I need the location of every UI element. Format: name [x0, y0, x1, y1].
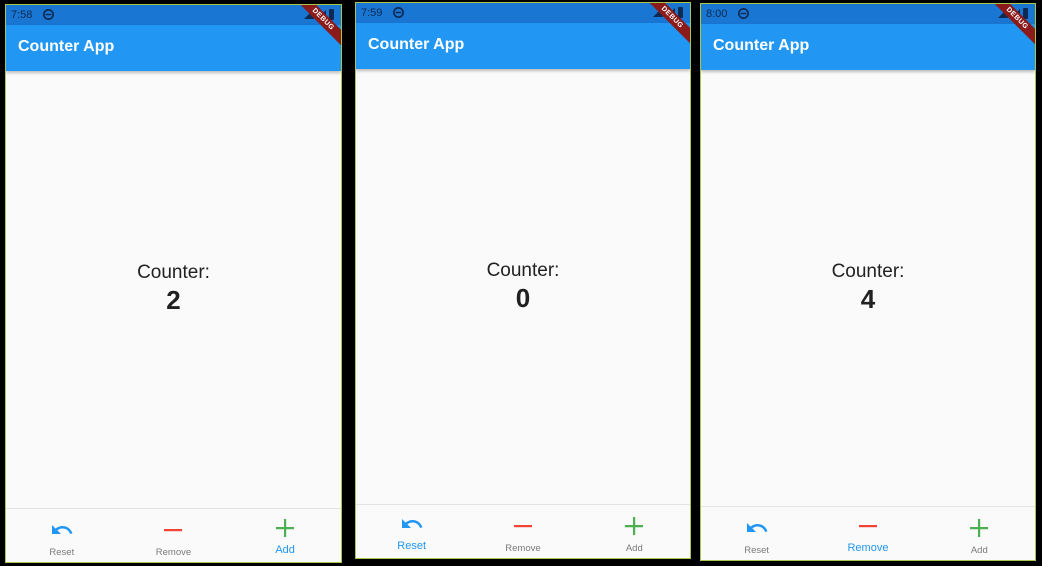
undo-icon	[401, 519, 423, 528]
bottom-navigation: Reset Remove Add	[356, 504, 690, 558]
nav-reset-label: Reset	[49, 547, 75, 558]
plus-icon	[625, 517, 644, 535]
counter-label: Counter:	[137, 262, 210, 283]
app-title: Counter App	[368, 36, 465, 53]
sync-icon	[43, 9, 54, 20]
phone-screen-3: 8:00 Counter App DEBUG Counter: 4 Reset …	[700, 3, 1036, 561]
debug-banner-label: DEBUG	[297, 5, 341, 49]
minus-icon	[858, 525, 877, 528]
app-bar: Counter App	[701, 24, 1035, 70]
counter-label: Counter:	[486, 260, 560, 281]
nav-reset[interactable]: Reset	[6, 509, 118, 562]
nav-remove-label: Remove	[505, 543, 541, 554]
nav-remove-label: Remove	[155, 547, 192, 558]
app-bar: Counter App	[356, 23, 690, 69]
status-time: 7:59	[361, 7, 383, 19]
status-bar: 7:58	[6, 5, 341, 25]
undo-icon	[51, 525, 73, 534]
counter-display: Counter: 4	[701, 261, 1035, 315]
app-title: Counter App	[713, 37, 810, 54]
undo-icon	[746, 523, 768, 532]
nav-remove-label: Remove	[847, 542, 889, 554]
debug-banner: DEBUG	[297, 5, 341, 49]
debug-banner: DEBUG	[991, 4, 1035, 48]
phone-screen-2: 7:59 Counter App DEBUG Counter: 0 Reset …	[355, 2, 691, 559]
app-bar: Counter App	[6, 25, 341, 71]
status-time: 8:00	[706, 8, 728, 20]
counter-value: 0	[515, 283, 531, 313]
bottom-navigation: Reset Remove Add	[701, 506, 1035, 560]
nav-add[interactable]: Add	[229, 509, 341, 562]
nav-add-label: Add	[625, 543, 643, 554]
nav-remove[interactable]: Remove	[812, 507, 923, 560]
minus-icon	[164, 529, 183, 532]
nav-remove[interactable]: Remove	[118, 509, 230, 562]
nav-reset-label: Reset	[744, 545, 770, 556]
bottom-navigation: Reset Remove Add	[6, 508, 341, 562]
counter-value: 4	[860, 284, 876, 314]
counter-display: Counter: 2	[6, 262, 341, 316]
nav-add[interactable]: Add	[579, 505, 690, 558]
sync-icon	[738, 8, 749, 19]
minus-icon	[513, 525, 532, 528]
nav-remove[interactable]: Remove	[467, 505, 578, 558]
plus-icon	[970, 519, 989, 537]
status-bar: 7:59	[356, 3, 690, 23]
nav-reset[interactable]: Reset	[701, 507, 812, 560]
nav-add-label: Add	[275, 544, 295, 556]
nav-add[interactable]: Add	[924, 507, 1035, 560]
nav-reset-label: Reset	[397, 540, 427, 552]
counter-value: 2	[166, 285, 181, 315]
status-bar: 8:00	[701, 4, 1035, 24]
status-time: 7:58	[11, 9, 33, 21]
counter-display: Counter: 0	[356, 260, 690, 314]
debug-banner: DEBUG	[646, 3, 690, 47]
debug-banner-label: DEBUG	[646, 3, 690, 47]
phone-screen-1: 7:58 Counter App DEBUG Counter: 2 Reset …	[5, 4, 342, 563]
counter-label: Counter:	[831, 261, 905, 282]
nav-add-label: Add	[970, 545, 988, 556]
nav-reset[interactable]: Reset	[356, 505, 467, 558]
app-title: Counter App	[18, 38, 115, 55]
plus-icon	[276, 519, 295, 537]
debug-banner-label: DEBUG	[991, 4, 1035, 48]
sync-icon	[393, 7, 404, 18]
